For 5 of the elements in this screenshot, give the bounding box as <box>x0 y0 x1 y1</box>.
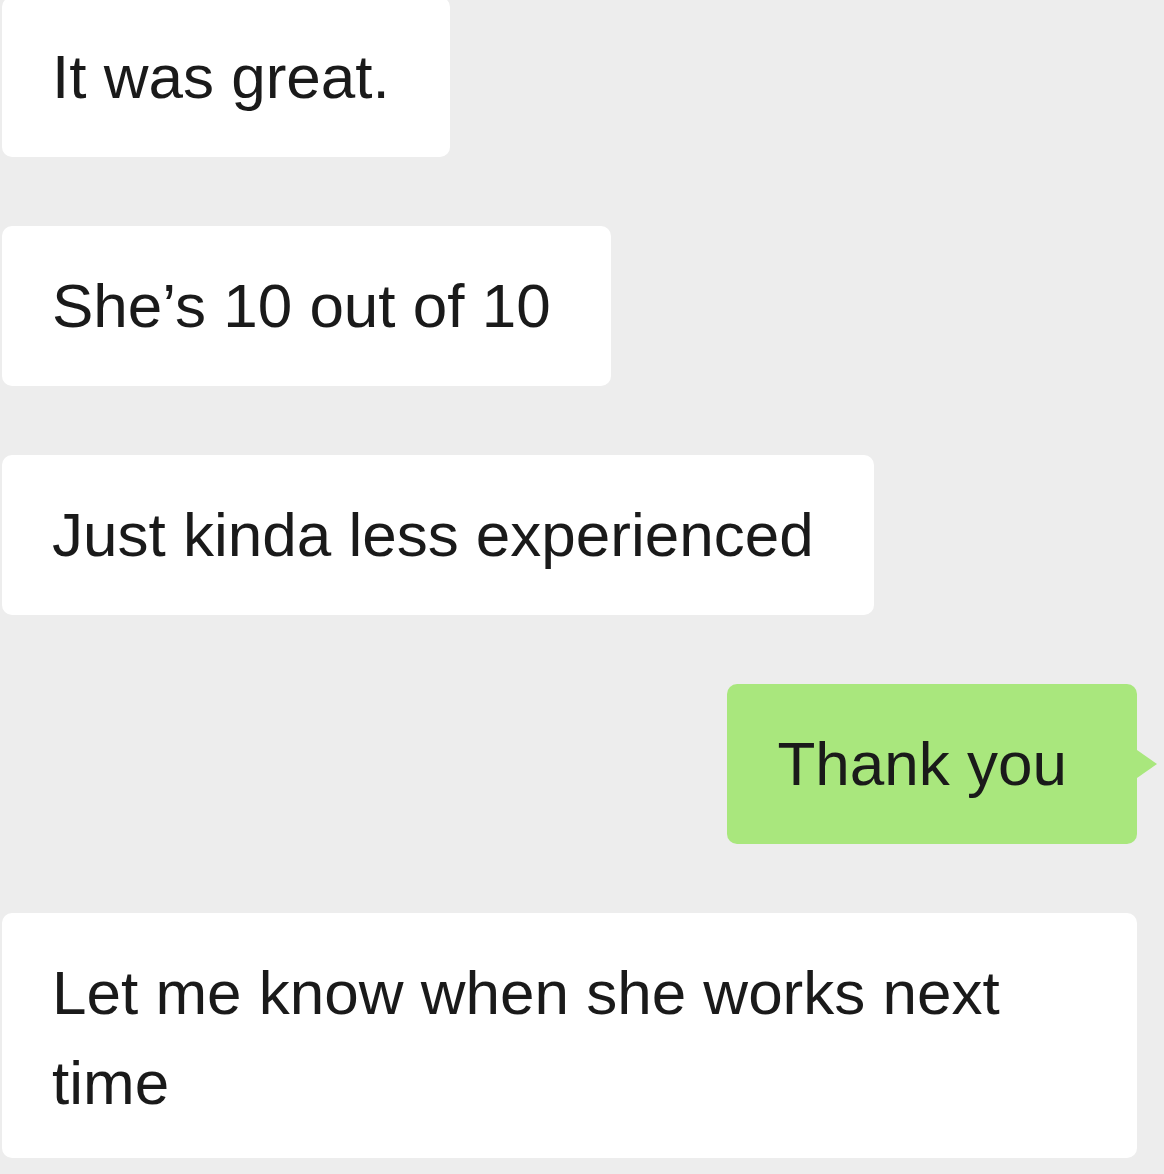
message-bubble: Let me know when she works next time <box>2 913 1137 1158</box>
message-bubble: Thank you <box>727 684 1137 844</box>
message-bubble: She’s 10 out of 10 <box>2 226 611 386</box>
message-bubble: Just kinda less experienced <box>2 455 874 615</box>
message-bubble: It was great. <box>2 0 450 157</box>
